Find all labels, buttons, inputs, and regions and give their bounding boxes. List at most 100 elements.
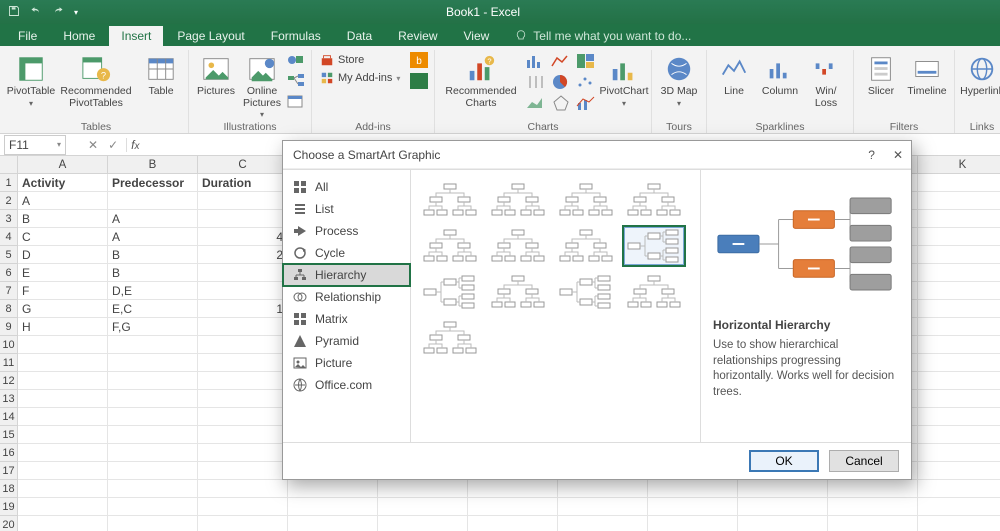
row-header[interactable]: 16 — [0, 444, 18, 462]
smartart-icon[interactable] — [287, 73, 305, 92]
pie-chart-icon[interactable] — [550, 73, 574, 93]
row-header[interactable]: 14 — [0, 408, 18, 426]
cell[interactable]: E,C — [108, 300, 198, 318]
cell[interactable]: B — [108, 264, 198, 282]
cell[interactable] — [918, 192, 1000, 210]
cell[interactable] — [198, 264, 288, 282]
category-hierarchy[interactable]: Hierarchy — [283, 264, 410, 286]
cell[interactable] — [198, 372, 288, 390]
save-icon[interactable] — [8, 5, 20, 20]
cell[interactable] — [108, 336, 198, 354]
category-relationship[interactable]: Relationship — [283, 286, 410, 308]
layout-thumb[interactable] — [487, 180, 549, 220]
cell[interactable] — [108, 354, 198, 372]
row-header[interactable]: 4 — [0, 228, 18, 246]
row-header[interactable]: 19 — [0, 498, 18, 516]
layout-thumb[interactable] — [623, 180, 685, 220]
cell[interactable]: Predecessor — [108, 174, 198, 192]
cell[interactable] — [18, 390, 108, 408]
cell[interactable] — [378, 480, 468, 498]
row-header[interactable]: 12 — [0, 372, 18, 390]
cell[interactable]: D,E — [108, 282, 198, 300]
row-header[interactable]: 1 — [0, 174, 18, 192]
cell[interactable]: A — [108, 228, 198, 246]
category-cycle[interactable]: Cycle — [283, 242, 410, 264]
layout-thumb[interactable] — [623, 226, 685, 266]
cell[interactable] — [198, 480, 288, 498]
fx-icon[interactable]: fx — [126, 138, 147, 152]
layout-thumb[interactable] — [487, 226, 549, 266]
cell[interactable]: B — [18, 210, 108, 228]
cell[interactable] — [558, 516, 648, 531]
column-header[interactable]: A — [18, 156, 108, 174]
category-all[interactable]: All — [283, 176, 410, 198]
cell[interactable] — [738, 480, 828, 498]
tab-pagelayout[interactable]: Page Layout — [165, 26, 256, 46]
cell[interactable] — [198, 390, 288, 408]
cell[interactable]: A — [108, 210, 198, 228]
undo-icon[interactable] — [30, 5, 42, 20]
layout-thumb[interactable] — [555, 272, 617, 312]
cell[interactable] — [198, 498, 288, 516]
cell[interactable] — [738, 498, 828, 516]
people-graph-icon[interactable] — [410, 73, 428, 92]
cell[interactable]: Activity — [18, 174, 108, 192]
cell[interactable] — [738, 516, 828, 531]
cell[interactable] — [918, 516, 1000, 531]
row-header[interactable]: 20 — [0, 516, 18, 531]
cell[interactable] — [198, 462, 288, 480]
row-header[interactable]: 17 — [0, 462, 18, 480]
cell[interactable] — [468, 480, 558, 498]
category-process[interactable]: Process — [283, 220, 410, 242]
screenshot-icon[interactable] — [287, 94, 305, 113]
hyperlink-button[interactable]: Hyperlink — [961, 52, 1000, 100]
cell[interactable]: 1 — [198, 300, 288, 318]
cell[interactable]: F — [18, 282, 108, 300]
cell[interactable]: 2 — [198, 246, 288, 264]
cell[interactable] — [918, 264, 1000, 282]
enter-formula-icon[interactable]: ✓ — [108, 138, 118, 152]
layout-thumb[interactable] — [419, 226, 481, 266]
tab-data[interactable]: Data — [335, 26, 384, 46]
layout-thumb[interactable] — [555, 180, 617, 220]
cell[interactable] — [918, 246, 1000, 264]
tab-formulas[interactable]: Formulas — [259, 26, 333, 46]
layout-thumb[interactable] — [419, 272, 481, 312]
shapes-icon[interactable] — [287, 52, 305, 71]
layout-thumb[interactable] — [555, 226, 617, 266]
cell[interactable]: G — [18, 300, 108, 318]
cell[interactable]: F,G — [108, 318, 198, 336]
row-header[interactable]: 15 — [0, 426, 18, 444]
sparkline-line-button[interactable]: Line — [713, 52, 755, 100]
cell[interactable] — [288, 516, 378, 531]
cell[interactable] — [198, 354, 288, 372]
cancel-button[interactable]: Cancel — [829, 450, 899, 472]
layout-thumb[interactable] — [623, 272, 685, 312]
cell[interactable] — [198, 444, 288, 462]
scatter-chart-icon[interactable] — [575, 73, 599, 93]
layout-thumb[interactable] — [419, 318, 481, 358]
row-header[interactable]: 8 — [0, 300, 18, 318]
cell[interactable] — [108, 516, 198, 531]
cell[interactable] — [108, 444, 198, 462]
cell[interactable] — [18, 480, 108, 498]
cell[interactable]: C — [18, 228, 108, 246]
cell[interactable] — [828, 498, 918, 516]
row-header[interactable]: 6 — [0, 264, 18, 282]
surface-chart-icon[interactable] — [525, 94, 549, 114]
recommended-pivottables-button[interactable]: ?Recommended PivotTables — [56, 52, 136, 111]
cell[interactable] — [198, 282, 288, 300]
cell[interactable]: H — [18, 318, 108, 336]
category-pyramid[interactable]: Pyramid — [283, 330, 410, 352]
cell[interactable] — [108, 462, 198, 480]
line-chart-icon[interactable] — [550, 52, 574, 72]
name-box[interactable]: F11▾ — [4, 135, 66, 155]
cell[interactable] — [108, 498, 198, 516]
tab-view[interactable]: View — [452, 26, 502, 46]
cancel-formula-icon[interactable]: ✕ — [88, 138, 98, 152]
layout-thumb[interactable] — [419, 180, 481, 220]
3dmap-button[interactable]: 3D Map — [658, 52, 700, 110]
cell[interactable] — [648, 516, 738, 531]
cell[interactable] — [18, 462, 108, 480]
category-picture[interactable]: Picture — [283, 352, 410, 374]
